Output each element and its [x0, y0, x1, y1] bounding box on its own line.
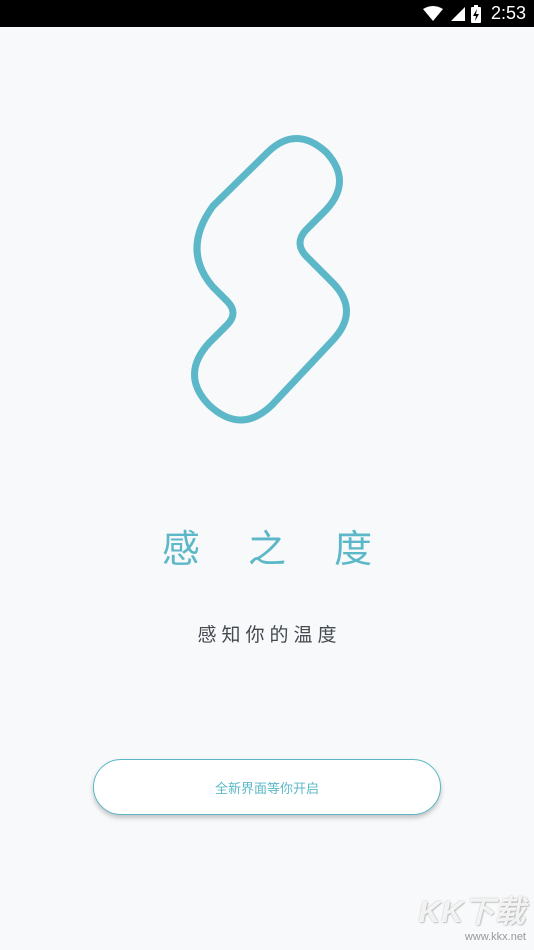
battery-charging-icon [470, 4, 481, 23]
status-icons: 2:53 [422, 0, 526, 27]
watermark-url: www.kkx.net [464, 931, 526, 943]
app-name-title: 感 之 度 [161, 527, 391, 571]
s-loop-logo-icon [191, 135, 350, 424]
wifi-icon [422, 5, 443, 22]
cell-signal-icon [449, 6, 465, 22]
app-logo [176, 135, 356, 440]
start-button-label: 全新界面等你开启 [214, 781, 319, 797]
watermark: KK下载 www.kkx.net [406, 896, 526, 946]
start-button[interactable]: 全新界面等你开启 [93, 759, 441, 815]
tagline: 感知你的温度 [197, 624, 342, 646]
watermark-logo: KK下载 [418, 896, 526, 929]
status-bar: 2:53 [0, 0, 534, 27]
status-time: 2:53 [490, 3, 526, 23]
